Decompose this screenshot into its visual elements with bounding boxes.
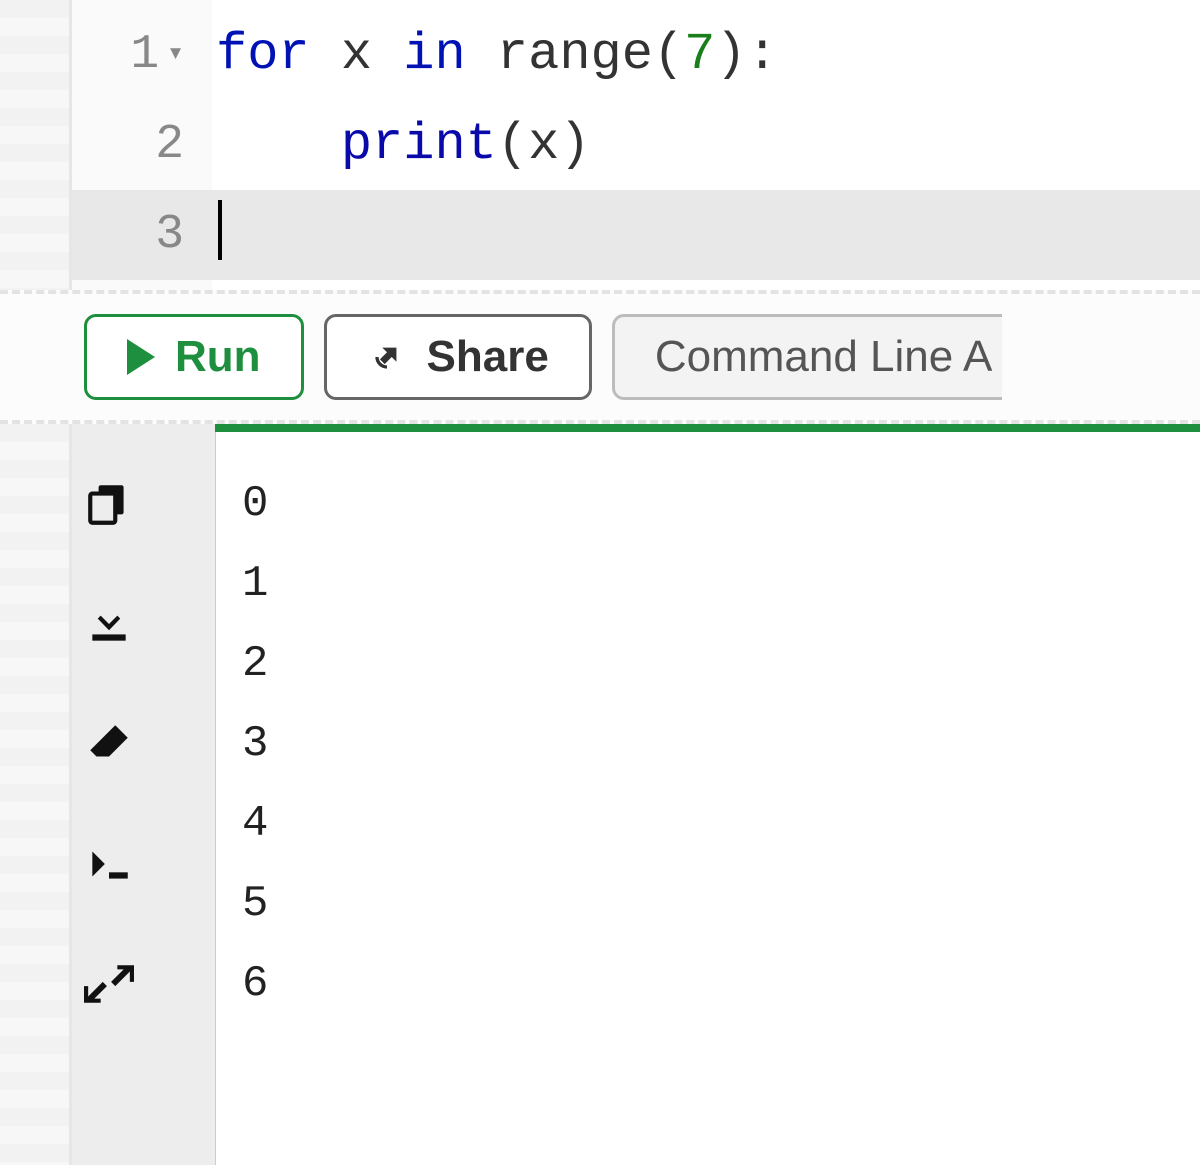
output-panel: 0 1 2 3 4 5 6: [0, 424, 1200, 1165]
output-toolbar: [0, 424, 215, 1165]
code-area[interactable]: for x in range(7): print(x): [212, 0, 1200, 290]
fold-caret-icon[interactable]: ▾: [167, 10, 184, 100]
play-icon: [127, 339, 155, 375]
run-button[interactable]: Run: [84, 314, 304, 400]
download-icon[interactable]: [84, 599, 134, 649]
run-button-label: Run: [175, 332, 261, 382]
eraser-icon[interactable]: [84, 719, 134, 769]
code-line[interactable]: [212, 190, 1200, 280]
line-number-gutter: 1▾23: [72, 0, 212, 290]
copy-icon[interactable]: [84, 479, 134, 529]
command-line-args-button[interactable]: Command Line A: [612, 314, 1003, 400]
line-number: 3: [72, 190, 212, 280]
share-button[interactable]: Share: [324, 314, 592, 400]
line-number: 1▾: [72, 10, 212, 100]
editor-margin: [0, 0, 72, 290]
share-button-label: Share: [427, 332, 549, 382]
output-margin: [0, 424, 72, 1165]
share-icon: [367, 337, 407, 377]
code-editor[interactable]: 1▾23 for x in range(7): print(x): [0, 0, 1200, 290]
output-accent-bar: [215, 424, 1200, 432]
terminal-icon[interactable]: [84, 839, 134, 889]
fullscreen-icon[interactable]: [84, 959, 134, 1009]
text-cursor: [218, 200, 222, 260]
output-text[interactable]: 0 1 2 3 4 5 6: [215, 424, 1200, 1165]
command-line-args-label: Command Line A: [655, 332, 993, 382]
code-line[interactable]: for x in range(7):: [212, 10, 1200, 100]
code-line[interactable]: print(x): [212, 100, 1200, 190]
editor-toolbar: Run Share Command Line A: [0, 290, 1200, 424]
line-number: 2: [72, 100, 212, 190]
